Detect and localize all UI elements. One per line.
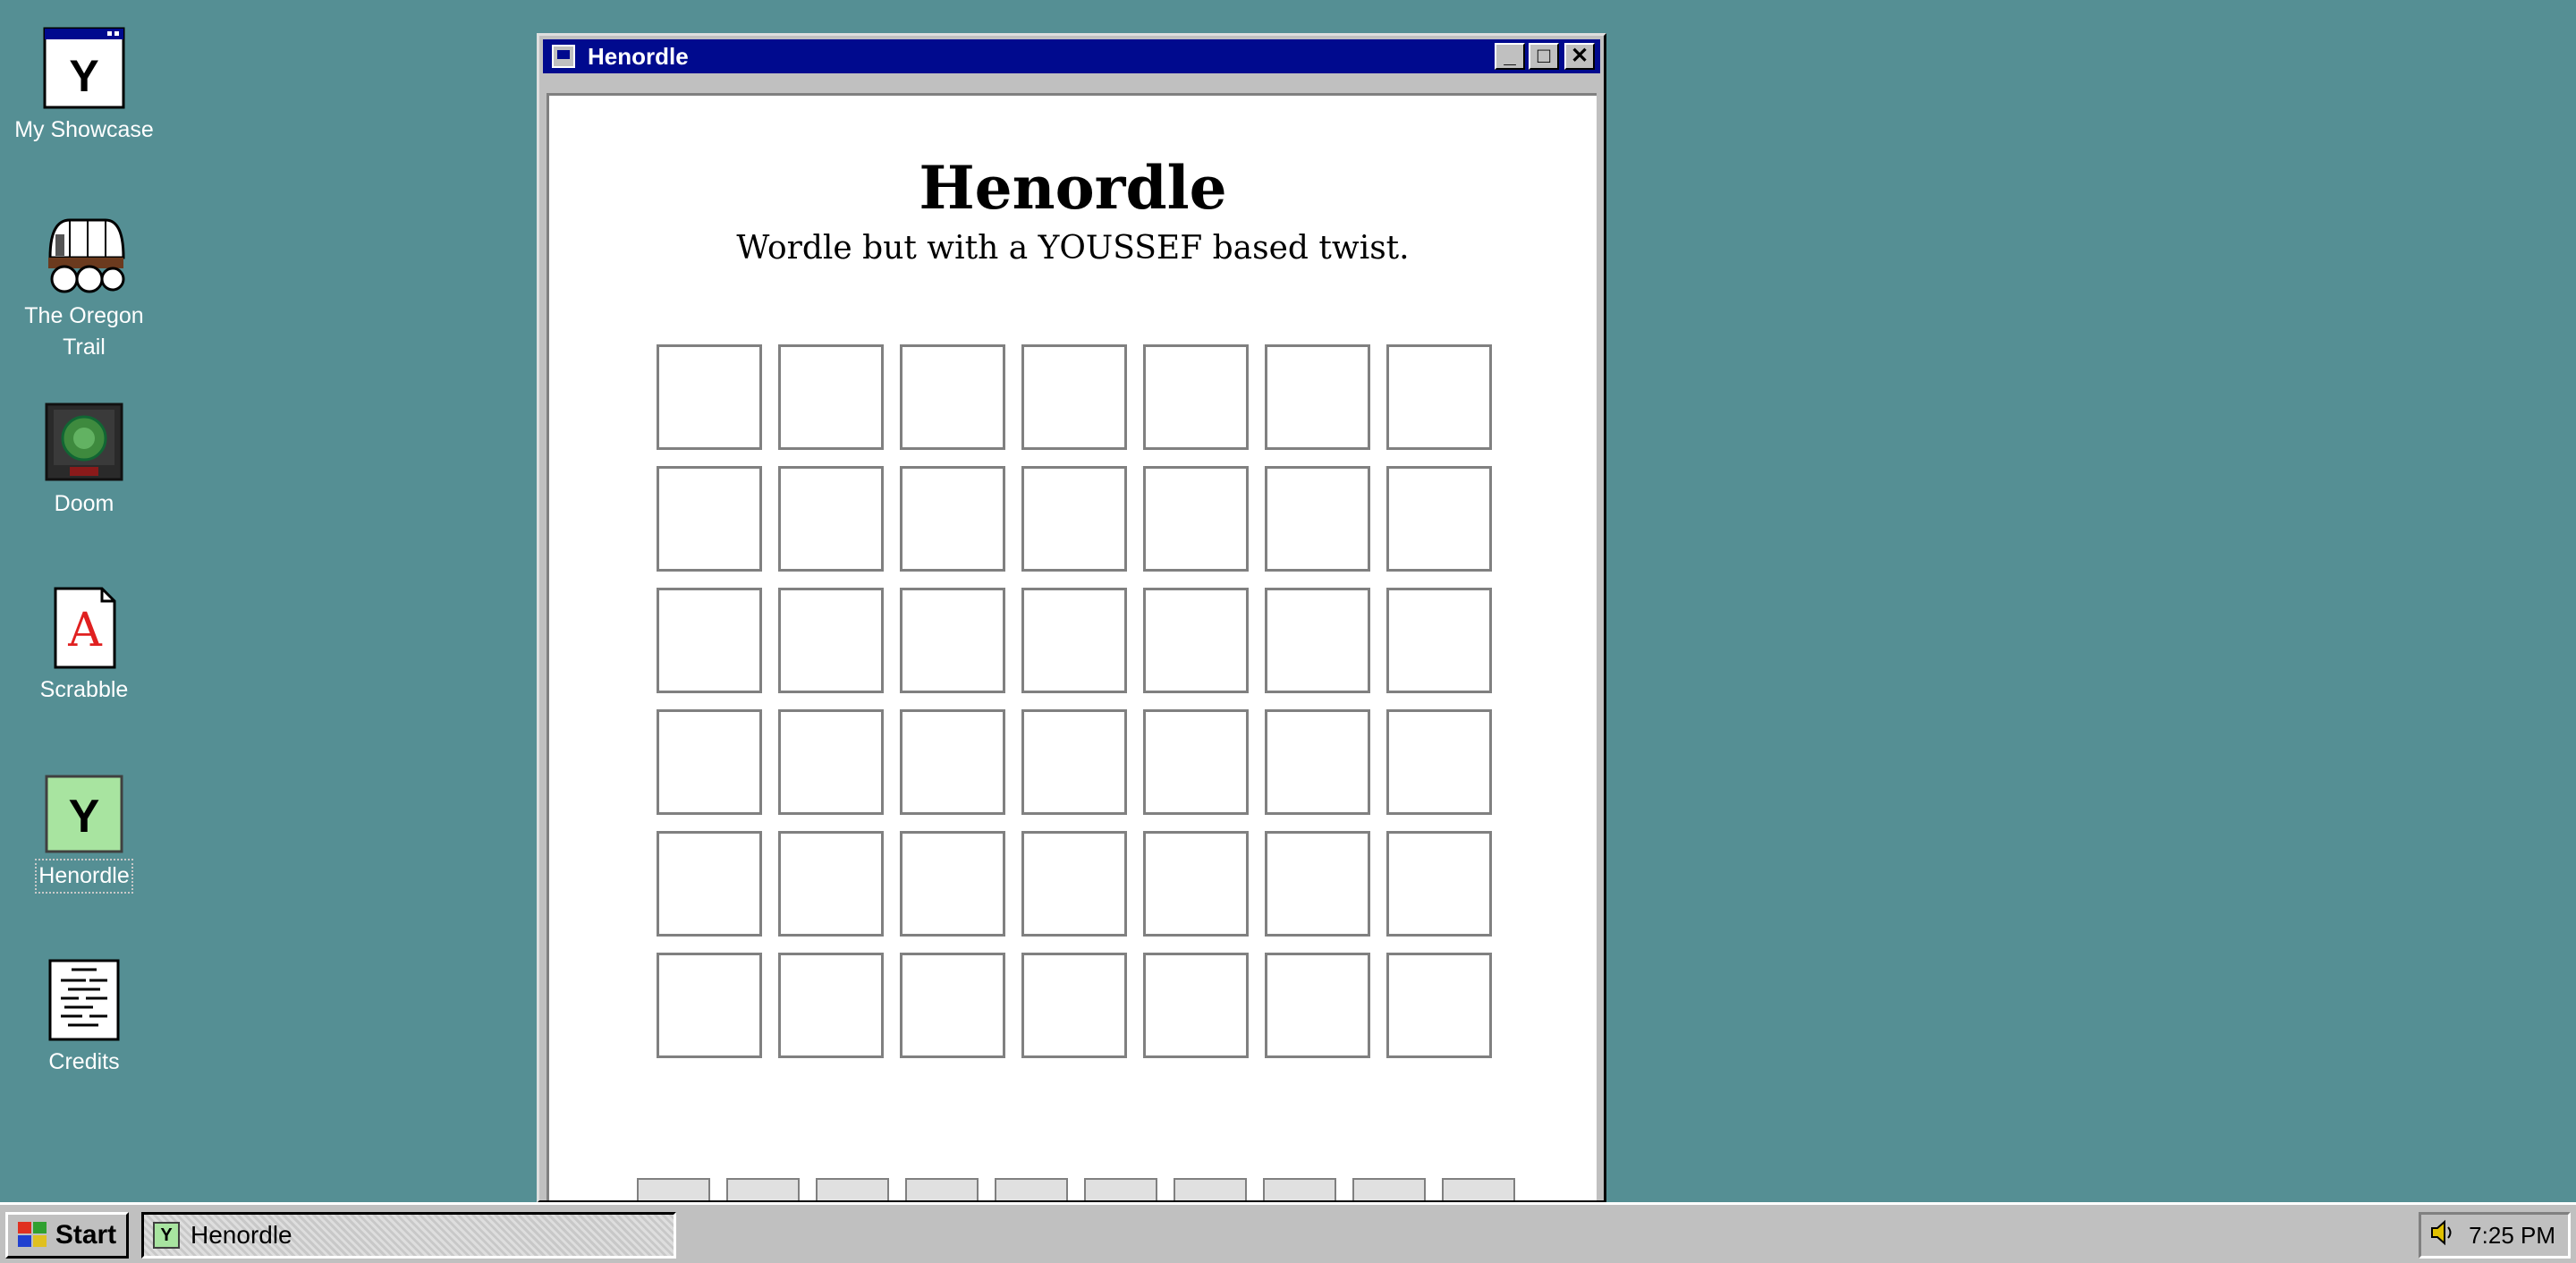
- letter-tile: [1265, 953, 1370, 1058]
- letter-tile: [1143, 344, 1249, 450]
- letter-tile: [778, 953, 884, 1058]
- start-label: Start: [55, 1220, 117, 1250]
- desktop-icon-oregon-trail[interactable]: The Oregon Trail: [11, 213, 157, 363]
- desktop-icon-label: My Showcase: [14, 117, 154, 142]
- scrabble-document-icon: A: [43, 587, 125, 669]
- letter-tile: [1386, 344, 1492, 450]
- key-q[interactable]: Q: [637, 1178, 710, 1200]
- letter-tile: [657, 588, 762, 693]
- key-u[interactable]: U: [1174, 1178, 1247, 1200]
- game-subtitle: Wordle but with a YOUSSEF based twist.: [736, 230, 1410, 267]
- letter-tile: [900, 344, 1005, 450]
- speaker-icon[interactable]: [2430, 1219, 2455, 1252]
- keyboard-row-1: QWERTYUIOP: [637, 1178, 1515, 1200]
- system-tray: 7:25 PM: [2419, 1212, 2571, 1259]
- close-button[interactable]: ✕: [1564, 43, 1595, 70]
- letter-tile: [657, 466, 762, 572]
- letter-tile: [1386, 588, 1492, 693]
- letter-tile: [778, 344, 884, 450]
- desktop-icon-label: Credits: [48, 1049, 120, 1074]
- letter-tile: [900, 588, 1005, 693]
- maximize-icon: □: [1537, 44, 1551, 68]
- letter-tile: [778, 588, 884, 693]
- minimize-icon: _: [1504, 44, 1516, 68]
- taskbar: Start Y Henordle 7:25 PM: [0, 1202, 2576, 1263]
- letter-tile: [900, 709, 1005, 815]
- window-app-icon[interactable]: [552, 45, 575, 68]
- windows-logo-icon: [17, 1222, 48, 1249]
- key-p[interactable]: P: [1442, 1178, 1515, 1200]
- letter-tile: [778, 466, 884, 572]
- henordle-icon: Y: [43, 773, 125, 855]
- desktop-icon-label: Henordle: [35, 859, 133, 894]
- letter-tile: [1386, 831, 1492, 937]
- letter-tile: [1265, 588, 1370, 693]
- letter-tile: [900, 466, 1005, 572]
- letter-tile: [1143, 466, 1249, 572]
- letter-tile: [900, 953, 1005, 1058]
- letter-tile: [1021, 709, 1127, 815]
- doom-icon: [43, 401, 125, 483]
- letter-tile: [1143, 831, 1249, 937]
- taskbar-item-label: Henordle: [191, 1221, 292, 1249]
- start-button[interactable]: Start: [5, 1212, 129, 1259]
- desktop-icon-scrabble[interactable]: A Scrabble: [11, 587, 157, 706]
- desktop-icon-credits[interactable]: Credits: [11, 959, 157, 1078]
- desktop-icon-henordle[interactable]: Y Henordle: [11, 773, 157, 894]
- letter-tile: [1265, 344, 1370, 450]
- close-icon: ✕: [1570, 44, 1589, 68]
- letter-tile: [657, 953, 762, 1058]
- maximize-button[interactable]: □: [1529, 43, 1559, 70]
- svg-text:A: A: [67, 604, 103, 657]
- credits-document-icon: [43, 959, 125, 1041]
- letter-tile: [657, 344, 762, 450]
- desktop-icon-doom[interactable]: Doom: [11, 401, 157, 520]
- key-o[interactable]: O: [1352, 1178, 1426, 1200]
- window-client-area: Henordle Wordle but with a YOUSSEF based…: [547, 93, 1597, 1200]
- henordle-window: Henordle _ □ ✕ Henordle Wordle but with …: [537, 33, 1606, 1203]
- window-title: Henordle: [588, 42, 689, 70]
- letter-tile: [1386, 709, 1492, 815]
- letter-tile: [1021, 344, 1127, 450]
- desktop-icon-label: Scrabble: [39, 677, 129, 702]
- minimize-button[interactable]: _: [1495, 43, 1525, 70]
- taskbar-item-henordle[interactable]: Y Henordle: [141, 1212, 676, 1259]
- my-showcase-icon: Y: [43, 27, 125, 109]
- letter-tile: [1143, 588, 1249, 693]
- svg-text:Y: Y: [69, 51, 98, 101]
- letter-tile: [1386, 466, 1492, 572]
- key-w[interactable]: W: [726, 1178, 800, 1200]
- letter-tile: [1021, 953, 1127, 1058]
- desktop-icon-label: Doom: [54, 491, 114, 516]
- letter-tile: [1143, 953, 1249, 1058]
- guess-board: [657, 344, 1492, 1058]
- key-r[interactable]: R: [905, 1178, 979, 1200]
- key-t[interactable]: T: [995, 1178, 1068, 1200]
- letter-tile: [900, 831, 1005, 937]
- letter-tile: [1265, 831, 1370, 937]
- letter-tile: [1386, 953, 1492, 1058]
- letter-tile: [1021, 466, 1127, 572]
- svg-text:Y: Y: [69, 791, 100, 843]
- key-e[interactable]: E: [816, 1178, 889, 1200]
- clock[interactable]: 7:25 PM: [2469, 1222, 2555, 1250]
- letter-tile: [657, 709, 762, 815]
- letter-tile: [1021, 588, 1127, 693]
- game-title: Henordle: [919, 153, 1227, 223]
- key-i[interactable]: I: [1263, 1178, 1336, 1200]
- letter-tile: [778, 831, 884, 937]
- key-y[interactable]: Y: [1084, 1178, 1157, 1200]
- window-titlebar[interactable]: Henordle _ □ ✕: [543, 39, 1600, 73]
- henordle-task-icon: Y: [153, 1222, 180, 1249]
- letter-tile: [1265, 466, 1370, 572]
- desktop-icon-label: The Oregon Trail: [24, 303, 144, 360]
- letter-tile: [778, 709, 884, 815]
- letter-tile: [1143, 709, 1249, 815]
- letter-tile: [657, 831, 762, 937]
- desktop-icon-my-showcase[interactable]: Y My Showcase: [11, 27, 157, 146]
- covered-wagon-icon: [43, 213, 125, 295]
- letter-tile: [1265, 709, 1370, 815]
- letter-tile: [1021, 831, 1127, 937]
